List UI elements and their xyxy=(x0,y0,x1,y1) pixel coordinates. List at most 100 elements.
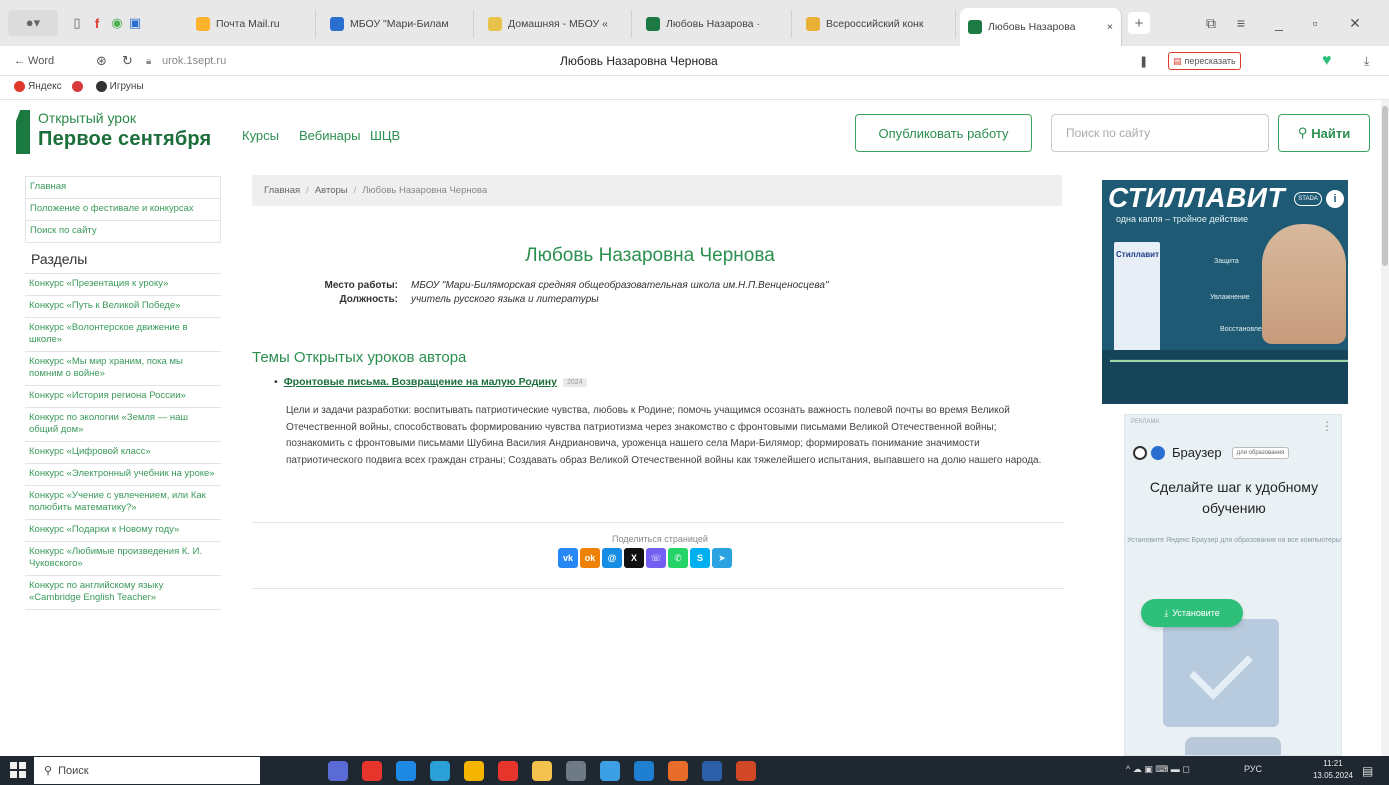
share-whatsapp-icon[interactable]: ✆ xyxy=(668,548,688,568)
sidebar-section-item[interactable]: Конкурс «Подарки к Новому году» xyxy=(25,520,221,542)
nav-shcv[interactable]: ШЦВ xyxy=(370,128,400,143)
new-tab-button[interactable]: + xyxy=(1128,12,1150,34)
taskbar-explorer-icon[interactable] xyxy=(532,761,552,781)
bookmark-item[interactable] xyxy=(71,81,86,92)
tab-favicon-icon xyxy=(968,20,982,34)
taskbar-chrome-icon[interactable] xyxy=(464,761,484,781)
breadcrumb-authors[interactable]: Авторы xyxy=(315,185,348,196)
share-ok-icon[interactable]: ok xyxy=(580,548,600,568)
ad-label: РЕКЛАМА xyxy=(1131,419,1160,425)
taskbar-yandex-icon[interactable] xyxy=(498,761,518,781)
sidebar-section-item[interactable]: Конкурс «Электронный учебник на уроке» xyxy=(25,464,221,486)
taskbar-edge-icon[interactable] xyxy=(430,761,450,781)
taskbar-mail-icon[interactable] xyxy=(396,761,416,781)
tray-icons[interactable]: ^ ☁ ▣ ⌨ ▬ ◻ xyxy=(1126,764,1190,775)
url-text[interactable]: urok.1sept.ru xyxy=(162,52,226,70)
taskbar-cortana-icon[interactable] xyxy=(328,761,348,781)
retell-label: пересказать xyxy=(1184,56,1236,66)
reload-icon[interactable]: ↻ xyxy=(122,52,133,70)
bookmark-item[interactable]: Игруны xyxy=(95,81,144,92)
bookmarks-icon[interactable]: ▯ xyxy=(68,10,86,36)
language-indicator[interactable]: РУС xyxy=(1244,764,1262,774)
stillavit-ad[interactable]: СТИЛЛАВИТ STADA i одна капля – тройное д… xyxy=(1102,180,1348,404)
page-title-text[interactable]: Любовь Назаровна Чернова xyxy=(560,52,860,70)
pinned-icon[interactable]: ◉ xyxy=(108,10,126,36)
favorite-icon[interactable]: f xyxy=(88,10,106,36)
nav-courses[interactable]: Курсы xyxy=(242,128,279,143)
sidebar-section-item[interactable]: Конкурс по экологии «Земля — наш общий д… xyxy=(25,408,221,442)
publish-work-button[interactable]: Опубликовать работу xyxy=(855,114,1032,152)
sidebar-section-item[interactable]: Конкурс «Цифровой класс» xyxy=(25,442,221,464)
nav-webinars[interactable]: Вебинары xyxy=(299,128,360,143)
sidebar-section-item[interactable]: Конкурс по английскому языку «Cambridge … xyxy=(25,576,221,610)
retell-button[interactable]: ▤ пересказать xyxy=(1168,52,1241,70)
sidebar-section-item[interactable]: Конкурс «Путь к Великой Победе» xyxy=(25,296,221,318)
search-icon: ⚲ xyxy=(1297,125,1308,140)
yandex-browser-ad[interactable]: РЕКЛАМА ⋮ Браузер для образования Сделай… xyxy=(1124,414,1342,756)
back-button[interactable]: ← Word xyxy=(14,52,54,70)
protect-icon[interactable]: ⊛ xyxy=(96,52,107,70)
tab-favicon-icon xyxy=(806,17,820,31)
minimize-button[interactable]: _ xyxy=(1264,12,1294,34)
share-viber-icon[interactable]: ☏ xyxy=(646,548,666,568)
browser-tab[interactable]: МБОУ "Мари-Билам xyxy=(322,10,474,38)
sidebar-section-item[interactable]: Конкурс «Мы мир храним, пока мы помним о… xyxy=(25,352,221,386)
download-icon[interactable]: ⤓ xyxy=(1364,52,1369,70)
taskbar-calculator-icon[interactable] xyxy=(566,761,586,781)
site-search-input[interactable] xyxy=(1051,114,1269,152)
taskbar-store-icon[interactable] xyxy=(634,761,654,781)
sidebar-section-item[interactable]: Конкурс «История региона России» xyxy=(25,386,221,408)
page-scrollbar[interactable] xyxy=(1381,100,1389,756)
tab-close-icon[interactable]: × xyxy=(1107,21,1113,33)
share-x-icon[interactable]: X xyxy=(624,548,644,568)
logo-mark-icon[interactable] xyxy=(16,110,30,154)
browser-tab[interactable]: Домашняя - МБОУ « xyxy=(480,10,632,38)
taskbar-search[interactable]: ⚲ Поиск xyxy=(34,757,260,784)
bookmark-icon[interactable]: ❚ xyxy=(1139,52,1148,70)
share-mailru-icon[interactable]: @ xyxy=(602,548,622,568)
scrollbar-thumb[interactable] xyxy=(1382,106,1388,266)
browser-tab[interactable]: Почта Mail.ru xyxy=(188,10,316,38)
sidebar-top-link[interactable]: Поиск по сайту xyxy=(26,221,220,243)
close-button[interactable]: ✕ xyxy=(1340,12,1370,34)
sidebar-section-item[interactable]: Конкурс «Учение с увлечением, или Как по… xyxy=(25,486,221,520)
tabs-overview-icon[interactable]: ⧉ xyxy=(1196,12,1226,34)
alice-icon[interactable]: ♥ xyxy=(1322,52,1332,70)
sidebar-section-item[interactable]: Конкурс «Презентация к уроку» xyxy=(25,274,221,296)
ad-body: Установите Яндекс Браузер для образовани… xyxy=(1127,537,1341,544)
taskbar-yandex-browser-icon[interactable] xyxy=(362,761,382,781)
logo-subtitle[interactable]: Открытый урок xyxy=(38,110,136,126)
sidebar-top-link[interactable]: Положение о фестивале и конкурсах xyxy=(26,199,220,221)
sidebar-section-item[interactable]: Конкурс «Волонтерское движение в школе» xyxy=(25,318,221,352)
share-skype-icon[interactable]: S xyxy=(690,548,710,568)
pinned-mail-icon[interactable]: ▣ xyxy=(126,10,144,36)
share-telegram-icon[interactable]: ➤ xyxy=(712,548,732,568)
start-button[interactable] xyxy=(10,762,26,778)
clock[interactable]: 11:21 13.05.2024 xyxy=(1313,758,1353,782)
logo-title[interactable]: Первое сентября xyxy=(38,128,211,151)
tab-favicon-icon xyxy=(646,17,660,31)
browser-menu-button[interactable]: ●▾ xyxy=(8,10,58,36)
ad-menu-icon[interactable]: ⋮ xyxy=(1321,419,1333,433)
search-button[interactable]: ⚲ Найти xyxy=(1278,114,1370,152)
sidebar-section-item[interactable]: Конкурс «Любимые произведения К. И. Чуко… xyxy=(25,542,221,576)
notifications-icon[interactable]: ▤ xyxy=(1362,764,1373,778)
restore-button[interactable]: ▫ xyxy=(1300,12,1330,34)
install-button[interactable]: ⤓ Установите xyxy=(1141,599,1243,627)
ad-info-icon[interactable]: i xyxy=(1326,190,1344,208)
taskbar-ie-icon[interactable] xyxy=(600,761,620,781)
ad-tag: Увлажнение xyxy=(1210,294,1250,301)
lesson-title-link[interactable]: Фронтовые письма. Возвращение на малую Р… xyxy=(284,376,557,388)
browser-tab[interactable]: Любовь Назарова · xyxy=(638,10,792,38)
taskbar-paint-icon[interactable] xyxy=(668,761,688,781)
taskbar-powerpoint-icon[interactable] xyxy=(736,761,756,781)
menu-icon[interactable]: ≡ xyxy=(1226,12,1256,34)
share-vk-icon[interactable]: vk xyxy=(558,548,578,568)
browser-tab[interactable]: Всероссийский конк xyxy=(798,10,956,38)
breadcrumb-home[interactable]: Главная xyxy=(264,185,300,196)
taskbar-word-icon[interactable] xyxy=(702,761,722,781)
sidebar-top-link[interactable]: Главная xyxy=(26,177,220,199)
bookmark-item[interactable]: Яндекс xyxy=(14,81,62,92)
browser-tab[interactable]: Любовь Назарова × xyxy=(960,8,1122,46)
ad-title: СТИЛЛАВИТ xyxy=(1108,182,1286,213)
